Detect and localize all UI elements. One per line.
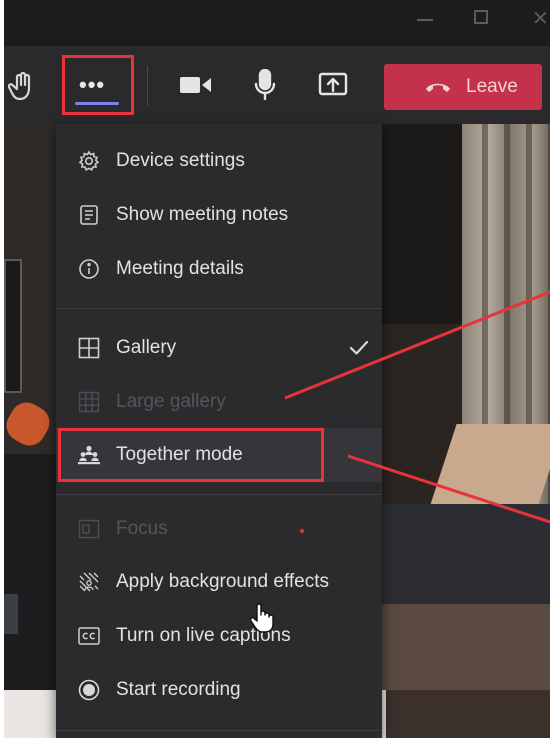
menu-item-start-recording[interactable]: Start recording [56,663,382,717]
checkmark-icon [349,340,369,355]
menu-item-large-gallery: Large gallery [56,375,382,429]
more-options-button[interactable]: ••• [62,55,134,115]
annotation-dot [300,529,304,533]
menu-item-label: Meeting details [116,258,244,279]
share-screen-icon[interactable] [314,68,352,102]
leave-button[interactable]: Leave [384,64,542,110]
leave-label: Leave [466,76,518,97]
menu-item-label: Apply background effects [116,571,330,592]
window-title-bar: ✕ [4,0,550,46]
maximize-icon[interactable] [474,10,488,24]
menu-item-label: Focus [116,518,168,539]
toolbar-separator [147,66,148,106]
menu-item-label: Show meeting notes [116,204,289,225]
teams-meeting-window: ✕ ••• Leave Device settings Show meeting… [0,0,550,738]
menu-item-gallery[interactable]: Gallery [56,321,382,375]
background-effects-icon [78,571,100,593]
menu-item-label: Large gallery [116,391,226,412]
menu-item-label: Start recording [116,679,241,700]
participant-video-left [4,124,56,690]
menu-item-label: Device settings [116,150,245,171]
menu-divider [56,494,382,495]
large-gallery-grid-icon [78,391,100,413]
gallery-grid-icon [78,337,100,359]
hand-cursor-icon [250,603,274,633]
menu-item-show-meeting-notes[interactable]: Show meeting notes [56,188,382,242]
menu-divider [56,730,382,731]
menu-item-device-settings[interactable]: Device settings [56,134,382,188]
record-icon [78,679,100,701]
notes-icon [78,204,100,226]
menu-item-turn-on-live-captions[interactable]: Turn on live captions [56,609,382,663]
captions-icon [78,625,100,647]
menu-item-meeting-details[interactable]: Meeting details [56,242,382,296]
gear-icon [78,150,100,172]
menu-item-label: Gallery [116,337,177,358]
menu-divider [56,308,382,309]
focus-icon [78,518,100,540]
raise-hand-icon[interactable] [4,68,40,104]
info-icon [78,258,100,280]
call-controls-bar: ••• Leave [4,46,550,124]
phone-hangup-icon [426,83,450,92]
more-options-icon: ••• [79,72,106,97]
active-indicator [75,102,119,105]
together-mode-annotation-box [58,428,324,482]
participant-video-right [382,124,550,690]
menu-item-focus: Focus [56,502,382,556]
menu-item-apply-background-effects[interactable]: Apply background effects [56,555,382,609]
minimize-icon[interactable] [417,19,433,21]
microphone-icon[interactable] [248,66,282,104]
close-icon[interactable]: ✕ [532,6,549,31]
camera-icon[interactable] [176,70,216,100]
